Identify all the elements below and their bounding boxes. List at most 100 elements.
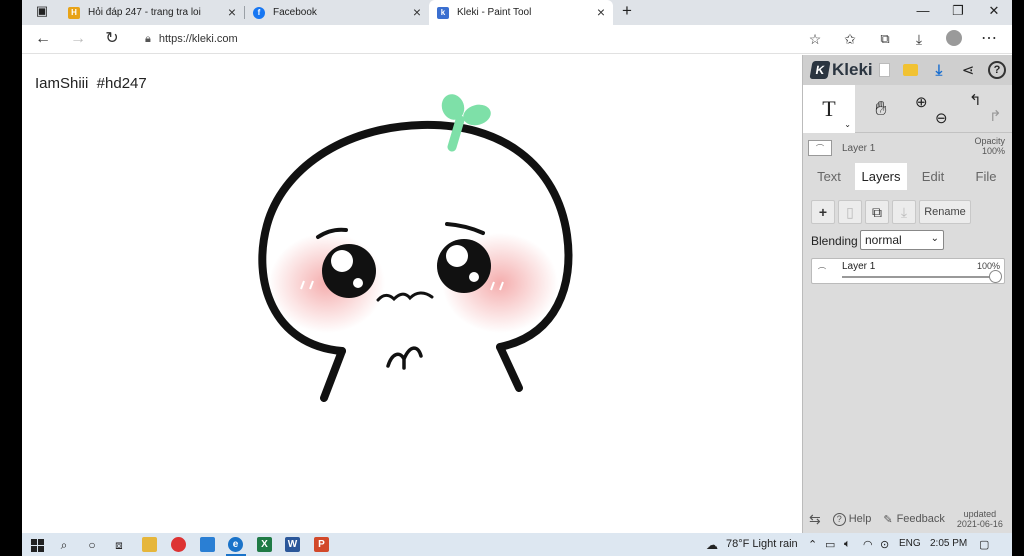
- drawing-canvas[interactable]: IamShiii #hd247: [22, 55, 802, 533]
- layer-thumbnail: ⌒: [818, 267, 826, 276]
- wifi-icon[interactable]: ◠: [863, 538, 873, 551]
- help-link[interactable]: ? Help: [832, 512, 871, 526]
- undo-icon[interactable]: ↰: [969, 91, 982, 109]
- address-bar-row: ← → ↻ 🔒︎ https://kleki.com ☆ ✩ ⧉ ⤓ ⋯: [22, 25, 1012, 54]
- downloads-icon[interactable]: ⤓: [909, 30, 929, 48]
- kleki-logo[interactable]: K Kleki: [809, 60, 873, 80]
- tab-edit[interactable]: Edit: [907, 163, 959, 190]
- volume-icon[interactable]: 🔈︎: [844, 538, 851, 551]
- camera-icon[interactable]: ⊙: [880, 538, 889, 551]
- tab-title: Kleki - Paint Tool: [457, 7, 532, 18]
- weather-text[interactable]: 78°F Light rain: [726, 538, 798, 550]
- tab-facebook[interactable]: f Facebook ×: [245, 0, 429, 25]
- feedback-link[interactable]: ✎ Feedback: [883, 513, 945, 526]
- tab-kleki[interactable]: k Kleki - Paint Tool ×: [429, 0, 613, 25]
- refresh-icon[interactable]: ↻: [102, 30, 122, 48]
- profile-avatar[interactable]: [944, 30, 964, 51]
- chevron-up-icon[interactable]: ⌃: [808, 538, 817, 551]
- close-tab-icon[interactable]: ×: [228, 5, 236, 19]
- kleki-icon: k: [437, 6, 449, 19]
- cortana-icon[interactable]: ○: [83, 536, 101, 554]
- tool-row: T ⌄ ✋︎ ⊕ ⊖ ↰ ↱: [803, 85, 1012, 133]
- battery-icon[interactable]: ▭: [825, 538, 835, 551]
- close-tab-icon[interactable]: ×: [597, 5, 605, 19]
- app-spiral-icon[interactable]: [171, 537, 186, 552]
- chevron-down-icon: ⌄: [844, 120, 851, 129]
- tab-text[interactable]: Text: [803, 163, 855, 190]
- url-field[interactable]: 🔒︎ https://kleki.com: [135, 28, 830, 50]
- windows-start-icon[interactable]: [28, 536, 46, 554]
- windows-taskbar: ⌕ ○ ⧈ e X W P ☁︎ 78°F Light rain ⌃ ▭ 🔈︎ …: [22, 533, 1012, 556]
- powerpoint-icon[interactable]: P: [314, 537, 329, 552]
- delete-layer-button[interactable]: ▯: [838, 200, 862, 224]
- little-hands: [386, 346, 423, 370]
- tab-hoidap[interactable]: H Hỏi đáp 247 - trang tra loi ×: [60, 0, 244, 25]
- sidebar-footer: ⇆ ? Help ✎ Feedback updated 2021-06-16: [803, 505, 1012, 533]
- new-tab-button[interactable]: +: [617, 1, 637, 21]
- edge-icon[interactable]: e: [228, 537, 243, 552]
- left-arm: [320, 347, 346, 402]
- right-eye: [437, 239, 491, 293]
- cute-blob-face-drawing: [258, 94, 573, 402]
- layer-list-item[interactable]: ⌒ Layer 1 100%: [811, 258, 1005, 284]
- download-icon[interactable]: ⤓: [930, 61, 948, 79]
- rename-button[interactable]: Rename: [919, 200, 971, 224]
- tab-title: Facebook: [273, 7, 317, 18]
- merge-layer-button[interactable]: ⤓: [892, 200, 916, 224]
- clock[interactable]: 2:05 PM: [930, 538, 967, 549]
- opacity-display: Opacity 100%: [974, 136, 1005, 156]
- explorer-icon[interactable]: [142, 537, 157, 552]
- redo-icon[interactable]: ↱: [989, 107, 1002, 125]
- close-window-button[interactable]: ✕: [984, 3, 1004, 19]
- facebook-icon: f: [253, 6, 265, 19]
- browser-tab-strip: ▣ H Hỏi đáp 247 - trang tra loi × f Face…: [22, 0, 1012, 25]
- search-icon[interactable]: ⌕: [55, 536, 73, 554]
- blending-select[interactable]: normal ⌄: [860, 230, 944, 250]
- word-icon[interactable]: W: [285, 537, 300, 552]
- screen: ▣ H Hỏi đáp 247 - trang tra loi × f Face…: [22, 0, 1012, 556]
- add-layer-button[interactable]: +: [811, 200, 835, 224]
- help-icon[interactable]: ?: [988, 61, 1006, 79]
- swap-side-icon[interactable]: ⇆: [809, 511, 821, 528]
- tab-file[interactable]: File: [959, 163, 1012, 190]
- tab-layers[interactable]: Layers: [855, 163, 907, 190]
- kleki-sidebar: K Kleki ⤓ ⋖ ? T ⌄ ✋︎ ⊕ ⊖ ↰ ↱ ⌒ Layer 1 O…: [802, 55, 1012, 533]
- layer-name: Layer 1: [842, 261, 876, 272]
- excel-icon[interactable]: X: [257, 537, 272, 552]
- layer-opacity-slider[interactable]: [989, 270, 1002, 283]
- blending-label: Blending: [811, 234, 858, 248]
- computer-icon[interactable]: [200, 537, 215, 552]
- hand-tool-button[interactable]: ✋︎: [855, 85, 907, 133]
- share-icon[interactable]: ⋖: [959, 61, 977, 79]
- zoom-out-icon[interactable]: ⊖: [935, 109, 948, 127]
- close-tab-icon[interactable]: ×: [413, 5, 421, 19]
- layer-opacity-track: [842, 276, 998, 278]
- more-menu-icon[interactable]: ⋯: [979, 30, 999, 48]
- sprout-leaf-right: [463, 104, 491, 126]
- wavy-mouth: [376, 291, 434, 302]
- zoom-in-icon[interactable]: ⊕: [915, 93, 928, 111]
- language-indicator[interactable]: ENG: [899, 538, 921, 549]
- panel-tabs: Text Layers Edit File: [803, 163, 1012, 190]
- new-image-icon[interactable]: [875, 61, 893, 79]
- minimize-button[interactable]: —: [913, 3, 933, 18]
- hoidap-icon: H: [68, 6, 80, 19]
- weather-icon[interactable]: ☁︎: [706, 538, 718, 552]
- collections-icon[interactable]: ⧉: [875, 30, 895, 48]
- hand-icon: ✋︎: [875, 97, 887, 120]
- pencil-icon: ✎: [883, 513, 893, 526]
- help-circle-icon: ?: [832, 512, 846, 526]
- forward-icon[interactable]: →: [68, 30, 88, 48]
- task-view-icon[interactable]: ⧈: [110, 536, 128, 554]
- duplicate-layer-button[interactable]: ⧉: [865, 200, 889, 224]
- restore-button[interactable]: ❐: [948, 3, 968, 19]
- tab-title: Hỏi đáp 247 - trang tra loi: [88, 7, 201, 18]
- undo-redo-buttons: ↰ ↱: [959, 85, 1011, 133]
- tab-actions-icon[interactable]: ▣: [32, 3, 52, 19]
- back-icon[interactable]: ←: [33, 30, 53, 48]
- add-favorite-icon[interactable]: ☆: [805, 30, 825, 48]
- notifications-icon[interactable]: ▢: [979, 538, 989, 551]
- open-folder-icon[interactable]: [901, 61, 919, 79]
- favorites-icon[interactable]: ✩: [840, 30, 860, 48]
- text-tool-button[interactable]: T ⌄: [803, 85, 855, 133]
